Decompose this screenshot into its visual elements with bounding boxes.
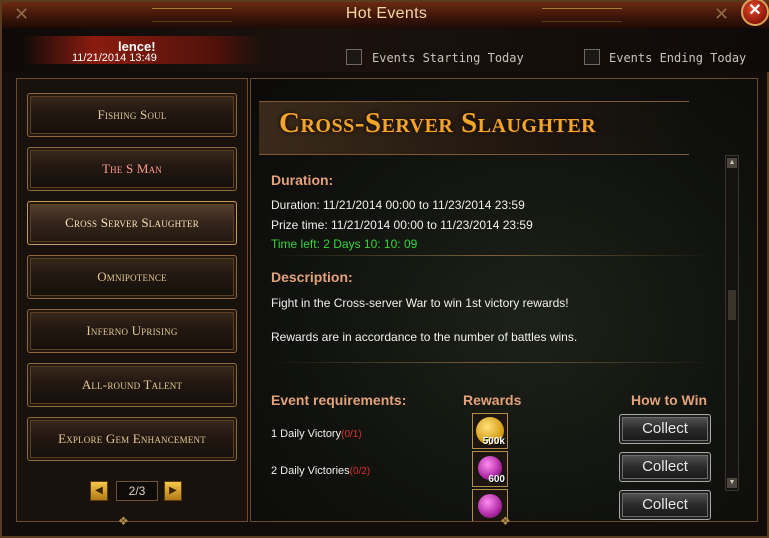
event-item-cross-server-slaughter[interactable]: Cross Server Slaughter (27, 201, 237, 245)
event-list-panel: Fishing Soul The S Man Cross Server Slau… (16, 78, 248, 522)
rewards-header: Rewards (463, 392, 522, 408)
event-item-explore-gem-enhancement[interactable]: Explore Gem Enhancement (27, 417, 237, 461)
events-ending-today-label: Events Ending Today (609, 51, 747, 65)
requirement-text: 2 Daily Victories (271, 465, 350, 477)
collect-button[interactable]: Collect (619, 490, 711, 520)
event-item-omnipotence[interactable]: Omnipotence (27, 255, 237, 299)
requirements-header: Event requirements: (271, 392, 407, 408)
prize-time-text: Prize time: 11/21/2014 00:00 to 11/23/20… (271, 218, 533, 232)
duration-label: Duration: (271, 172, 334, 188)
ornament-icon: ❖ (118, 514, 129, 528)
duration-text: Duration: 11/21/2014 00:00 to 11/23/2014… (271, 198, 525, 212)
next-page-button[interactable]: ▶ (164, 481, 182, 501)
hot-events-window: ✕ Hot Events ✕ ✕ lence! 11/21/2014 13:49… (0, 0, 769, 538)
requirement-progress: (0/1) (341, 429, 362, 440)
pager: ◀ 2/3 ▶ (90, 481, 182, 501)
title-ornament-right (542, 8, 622, 22)
scroll-up-icon[interactable]: ▲ (727, 158, 737, 168)
ornament-icon: ❖ (500, 514, 511, 528)
event-title: Cross-Server Slaughter (279, 107, 597, 139)
reward-slot-2[interactable]: 600 (472, 451, 508, 487)
title-bar: ✕ Hot Events ✕ ✕ (2, 0, 769, 29)
detail-scrollbar[interactable]: ▲ ▼ (725, 155, 739, 491)
gem-icon (478, 494, 502, 518)
how-to-win-header: How to Win (631, 392, 708, 408)
description-line-1: Fight in the Cross-server War to win 1st… (271, 296, 569, 310)
ticker-time: 11/21/2014 13:49 (72, 52, 157, 64)
time-left-text: Time left: 2 Days 10: 10: 09 (271, 237, 418, 251)
event-item-fishing-soul[interactable]: Fishing Soul (27, 93, 237, 137)
requirement-progress: (0/2) (349, 466, 371, 477)
scroll-down-icon[interactable]: ▼ (727, 478, 737, 488)
reward-quantity: 500k (482, 436, 505, 447)
reward-quantity: 600 (488, 474, 505, 485)
event-item-inferno-uprising[interactable]: Inferno Uprising (27, 309, 237, 353)
events-ending-today-checkbox[interactable] (584, 49, 600, 65)
collect-button[interactable]: Collect (619, 414, 711, 444)
requirement-row-1: 1 Daily Victory(0/1) (271, 428, 362, 440)
event-item-all-round-talent[interactable]: All-round Talent (27, 363, 237, 407)
window-title: Hot Events (345, 5, 428, 22)
scroll-thumb[interactable] (728, 290, 736, 320)
requirement-row-2: 2 Daily Victories(0/2) (271, 465, 370, 477)
events-starting-today-label: Events Starting Today (372, 51, 524, 65)
reward-slot-1[interactable]: 500k (472, 413, 508, 449)
event-detail-panel: Cross-Server Slaughter Duration: Duratio… (250, 78, 758, 522)
page-indicator: 2/3 (116, 481, 158, 501)
events-starting-today-checkbox[interactable] (346, 49, 362, 65)
corner-ornament-icon: ✕ (714, 4, 730, 24)
prev-page-button[interactable]: ◀ (90, 481, 108, 501)
event-item-the-s-man[interactable]: The S Man (27, 147, 237, 191)
description-line-2: Rewards are in accordance to the number … (271, 330, 578, 344)
divider (271, 362, 713, 363)
divider (271, 255, 713, 256)
collect-button[interactable]: Collect (619, 452, 711, 482)
description-label: Description: (271, 269, 353, 285)
requirement-text: 1 Daily Victory (271, 428, 342, 440)
